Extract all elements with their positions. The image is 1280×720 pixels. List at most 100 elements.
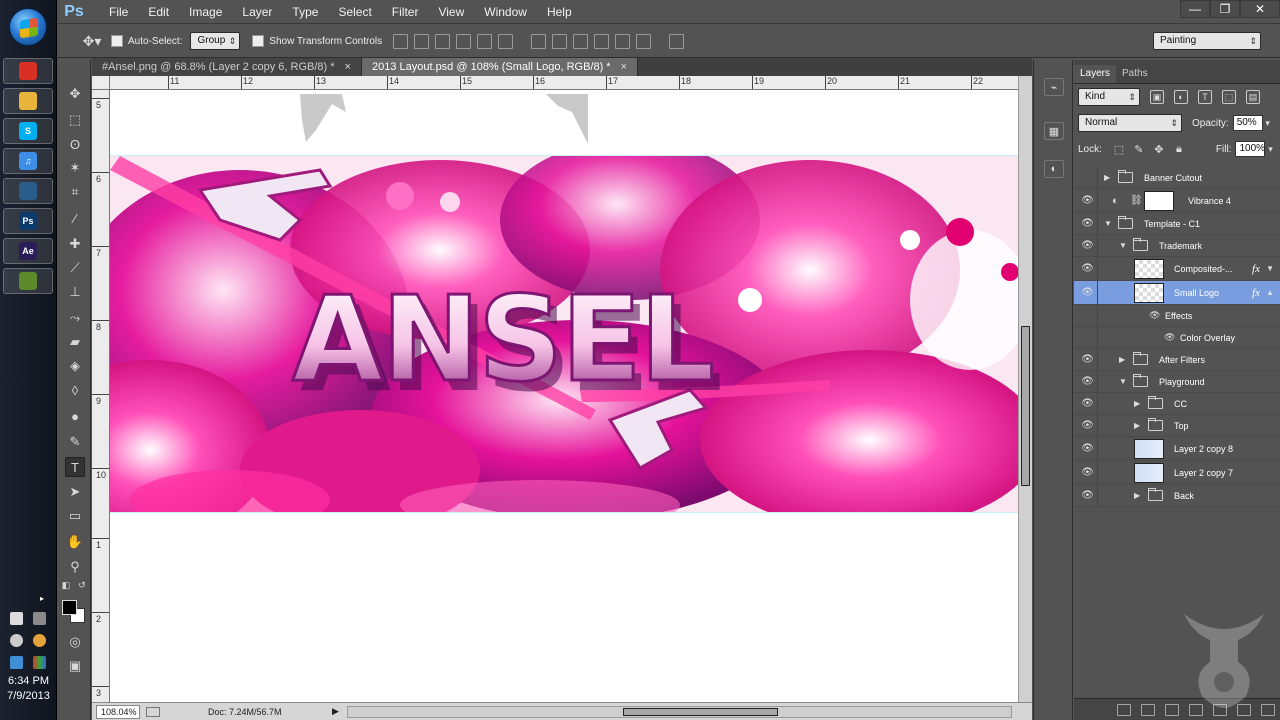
layer-row[interactable]: 👁︎ ▶ Top [1074,415,1280,437]
mask-link-icon[interactable]: ⛓ [1130,195,1143,206]
layer-row[interactable]: 👁︎ ◐ ⛓ Vibrance 4 [1074,189,1280,213]
filter-smart-object-icon[interactable]: ▤ [1246,90,1260,104]
tab-2013-layout[interactable]: 2013 Layout.psd @ 108% (Small Logo, RGB/… [361,58,639,76]
start-button[interactable] [9,8,47,46]
blend-mode-dropdown[interactable]: Normal [1078,114,1182,132]
auto-select-checkbox[interactable] [111,35,123,47]
distribute-right-icon[interactable] [636,33,652,49]
collapse-effects-icon[interactable]: ▲ [1266,288,1274,297]
fill-field[interactable]: 100% [1235,141,1266,157]
collapse-arrow-icon[interactable]: ▼ [1119,377,1129,386]
visibility-eye-icon[interactable]: 👁︎ [1078,305,1098,326]
vertical-scrollbar[interactable] [1018,76,1032,702]
path-selection-tool-icon[interactable]: ➤ [65,482,85,502]
brush-tool-icon[interactable]: ⟋ [65,258,85,278]
horizontal-ruler[interactable]: 11 12 13 14 15 16 17 18 19 20 21 22 [110,76,1018,90]
effect-visibility-icon[interactable]: 👁︎ [1164,332,1175,343]
tray-arrow-icon[interactable]: ▸ [40,594,46,603]
layer-thumbnail[interactable] [1134,258,1164,279]
visibility-eye-icon[interactable]: 👁︎ [1078,327,1098,348]
horizontal-scrollbar[interactable] [346,705,1012,718]
lock-transparent-icon[interactable]: ⬚ [1112,142,1126,156]
tray-dropbox-icon[interactable] [10,656,23,669]
layer-row[interactable]: 👁︎ ▶ CC [1074,393,1280,415]
tray-volume-icon[interactable] [10,634,23,647]
align-bottom-icon[interactable] [435,33,451,49]
visibility-eye-icon[interactable]: 👁︎ [1078,281,1098,304]
distribute-vcenter-icon[interactable] [552,33,568,49]
move-tool-icon[interactable]: ✥ [65,84,85,104]
type-tool-icon[interactable]: T [65,457,85,477]
filter-shape-icon[interactable]: ⬚ [1222,90,1236,104]
align-hcenter-icon[interactable] [477,33,493,49]
effect-visibility-icon[interactable]: 👁︎ [1149,310,1160,321]
history-brush-tool-icon[interactable]: ⤳ [65,308,85,328]
marquee-tool-icon[interactable]: ⬚ [65,110,85,130]
minimize-button[interactable]: — [1180,0,1210,18]
taskbar-app-0[interactable] [3,58,53,84]
expand-arrow-icon[interactable]: ▶ [1119,355,1129,364]
tab-paths[interactable]: Paths [1116,65,1154,83]
hand-tool-icon[interactable]: ✋ [65,532,85,552]
auto-select-option[interactable]: Auto-Select: [111,35,182,47]
align-vcenter-icon[interactable] [414,33,430,49]
layer-row[interactable]: 👁︎ ▶ Back [1074,485,1280,507]
menu-edit[interactable]: Edit [138,0,179,24]
layer-row[interactable]: 👁︎ Layer 2 copy 8 [1074,437,1280,461]
adjustments-panel-icon[interactable]: ◐ [1044,160,1064,178]
menu-layer[interactable]: Layer [232,0,282,24]
scrollbar-thumb[interactable] [622,707,778,716]
taskbar-app-1[interactable] [3,88,53,114]
layer-thumbnail[interactable] [1134,462,1164,483]
expand-arrow-icon[interactable]: ▶ [1134,399,1144,408]
visibility-eye-icon[interactable]: 👁︎ [1078,437,1098,460]
align-left-icon[interactable] [456,33,472,49]
menu-image[interactable]: Image [179,0,232,24]
clock[interactable]: 6:34 PM 7/9/2013 [0,674,57,704]
visibility-eye-icon[interactable]: 👁︎ [1078,349,1098,370]
link-layers-icon[interactable] [1117,703,1131,716]
menu-help[interactable]: Help [537,0,582,24]
visibility-eye-icon[interactable]: 👁︎ [1078,415,1098,436]
quick-mask-icon[interactable]: ◎ [65,632,85,652]
menu-window[interactable]: Window [474,0,537,24]
layer-row[interactable]: 👁︎ 👁︎ Color Overlay [1074,327,1280,349]
document-canvas[interactable]: ANSEL ANSEL [110,90,1018,702]
lock-image-icon[interactable]: ✎ [1132,142,1146,156]
layer-row[interactable]: 👁︎ ▶ After Filters [1074,349,1280,371]
workspace-dropdown[interactable]: Painting [1153,32,1261,50]
layer-row[interactable]: 👁︎ Small Logo fx ▲ [1074,281,1280,305]
fill-slider-arrow-icon[interactable]: ▾ [1265,144,1275,155]
show-transform-checkbox[interactable] [252,35,265,47]
taskbar-app-7[interactable] [3,268,53,294]
align-top-icon[interactable] [393,33,409,49]
zoom-tool-icon[interactable]: ⚲ [65,557,85,577]
close-tab-icon[interactable]: × [345,61,351,73]
visibility-eye-icon[interactable]: 👁︎ [1078,393,1098,414]
dodge-tool-icon[interactable]: ● [65,406,85,426]
move-tool-preset-icon[interactable]: ✥▾ [73,29,111,53]
opacity-slider-arrow-icon[interactable]: ▾ [1263,118,1273,129]
auto-align-icon[interactable] [669,33,685,49]
zoom-field[interactable]: 108.04% [96,704,140,719]
paint-bucket-tool-icon[interactable]: ◈ [65,356,85,376]
tray-app-icon[interactable] [33,634,46,647]
tab-ansel-png[interactable]: #Ansel.png @ 68.8% (Layer 2 copy 6, RGB/… [92,58,362,76]
vertical-ruler[interactable]: 5 6 7 8 9 10 1 2 3 [92,90,110,702]
crop-tool-icon[interactable]: ⌗ [65,182,85,202]
distribute-bottom-icon[interactable] [573,33,589,49]
visibility-eye-icon[interactable]: 👁︎ [1078,461,1098,484]
distribute-left-icon[interactable] [594,33,610,49]
restore-button[interactable]: ❐ [1210,0,1240,18]
layer-thumbnail[interactable] [1134,438,1164,459]
distribute-hcenter-icon[interactable] [615,33,631,49]
taskbar-app-6[interactable]: Ae [3,238,53,264]
blur-tool-icon[interactable]: ◊ [65,380,85,400]
shape-tool-icon[interactable]: ▭ [65,506,85,526]
tray-signal-icon[interactable] [33,612,46,625]
menu-file[interactable]: File [99,0,138,24]
eyedropper-tool-icon[interactable]: ⁄ [65,208,85,228]
history-panel-icon[interactable]: ⌁ [1044,78,1064,96]
collapse-arrow-icon[interactable]: ▼ [1104,219,1114,228]
menu-view[interactable]: View [428,0,474,24]
